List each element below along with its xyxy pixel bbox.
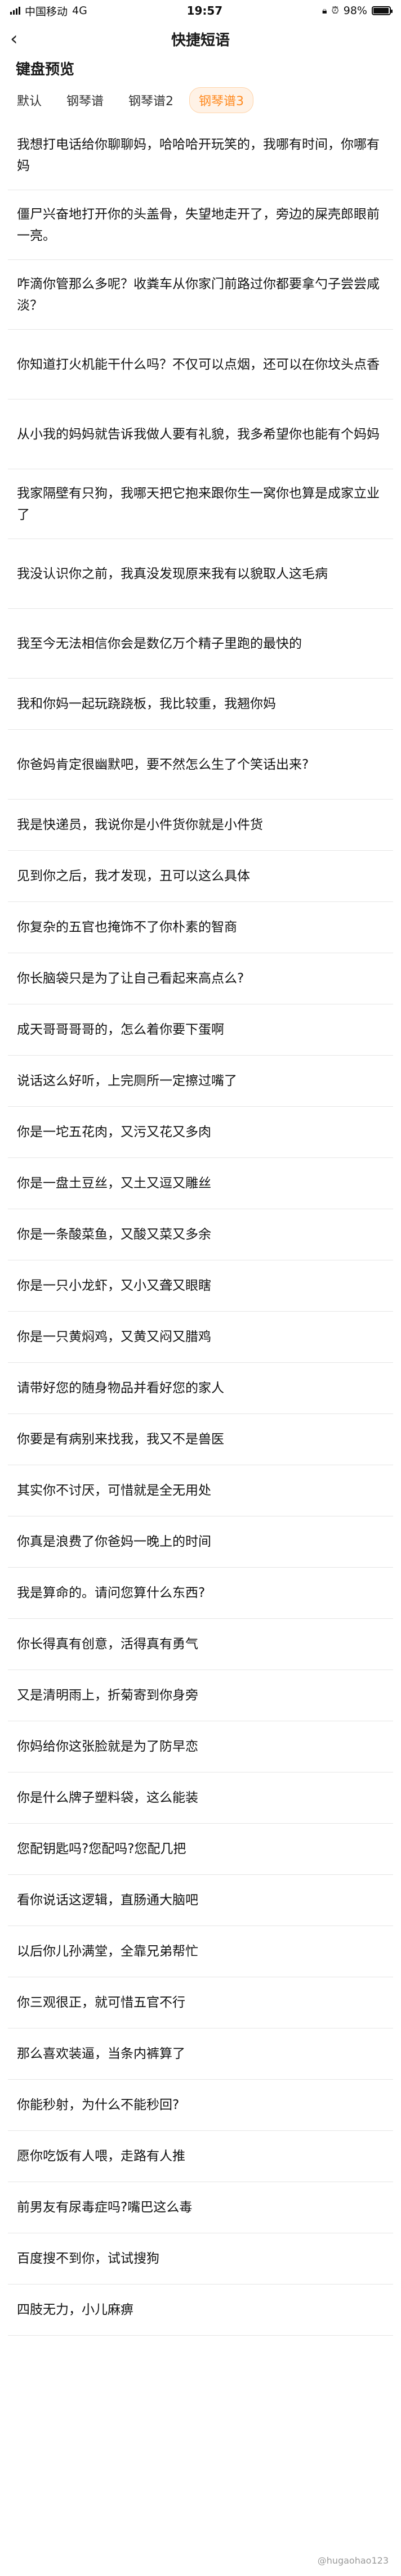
- chevron-left-icon[interactable]: ‹: [10, 29, 18, 48]
- network-label: 4G: [72, 5, 87, 17]
- list-item[interactable]: 你妈给你这张脸就是为了防早恋: [8, 1721, 393, 1772]
- keyboard-preview-heading: 键盘预览: [16, 61, 75, 78]
- list-item[interactable]: 其实你不讨厌，可惜就是全无用处: [8, 1465, 393, 1516]
- list-item[interactable]: 您配钥匙吗?您配吗?您配几把: [8, 1824, 393, 1875]
- carrier-label: 中国移动: [25, 5, 68, 18]
- list-item[interactable]: 你要是有病别来找我，我又不是兽医: [8, 1414, 393, 1465]
- tab-default[interactable]: 默认: [8, 88, 51, 113]
- list-item[interactable]: 你真是浪费了你爸妈一晚上的时间: [8, 1516, 393, 1568]
- list-item[interactable]: 我至今无法相信你会是数亿万个精子里跑的最快的: [8, 609, 393, 679]
- nav-bar: ‹ 快捷短语: [0, 21, 401, 56]
- alarm-icon: ⏰︎: [331, 5, 339, 16]
- list-item[interactable]: 看你说话这逻辑，直肠通大脑吧: [8, 1875, 393, 1926]
- list-item[interactable]: 你是一坨五花肉，又污又花又多肉: [8, 1107, 393, 1158]
- list-item[interactable]: 僵尸兴奋地打开你的头盖骨，失望地走开了，旁边的屎壳郎眼前一亮。: [8, 190, 393, 260]
- list-item[interactable]: 我是快递员，我说你是小件货你就是小件货: [8, 800, 393, 851]
- list-item[interactable]: 愿你吃饭有人喂，走路有人推: [8, 2131, 393, 2182]
- list-item[interactable]: 你是一只小龙虾，又小又聋又眼瞎: [8, 1260, 393, 1312]
- list-item[interactable]: 你长脑袋只是为了让自己看起来高点么?: [8, 953, 393, 1004]
- list-item[interactable]: 我没认识你之前，我真没发现原来我有以貌取人这毛病: [8, 539, 393, 609]
- list-item[interactable]: 你三观很正，就可惜五官不行: [8, 1977, 393, 2029]
- list-item[interactable]: 你是一条酸菜鱼，又酸又菜又多余: [8, 1209, 393, 1260]
- battery-fill: [373, 8, 389, 14]
- list-item[interactable]: 咋滴你管那么多呢？收粪车从你家门前路过你都要拿勺子尝尝咸淡？: [8, 260, 393, 330]
- list-item[interactable]: 我家隔壁有只狗，我哪天把它抱来跟你生一窝你也算是成家立业了: [8, 469, 393, 539]
- list-item[interactable]: 我想打电话给你聊聊妈，哈哈哈开玩笑的，我哪有时间，你哪有妈: [8, 120, 393, 190]
- status-left: 中国移动 4G: [10, 3, 87, 19]
- status-right: 🔒︎ ⏰︎ 98%: [322, 5, 393, 17]
- list-item[interactable]: 我和你妈一起玩跷跷板，我比较重，我翘你妈: [8, 679, 393, 730]
- list-item[interactable]: 百度搜不到你，试试搜狗: [8, 2233, 393, 2285]
- list-item[interactable]: 你是什么牌子塑料袋，这么能装: [8, 1772, 393, 1824]
- tab-piano-score-2[interactable]: 钢琴谱2: [119, 88, 182, 113]
- battery-icon: [371, 6, 393, 15]
- clock: 19:57: [186, 4, 223, 17]
- list-item[interactable]: 你能秒射，为什么不能秒回?: [8, 2080, 393, 2131]
- list-item[interactable]: 你是一只黄焖鸡，又黄又闷又腊鸡: [8, 1312, 393, 1363]
- page-title: 快捷短语: [171, 32, 230, 49]
- list-item[interactable]: 你是一盘土豆丝，又土又逗又雕丝: [8, 1158, 393, 1209]
- phrase-list: 我想打电话给你聊聊妈，哈哈哈开玩笑的，我哪有时间，你哪有妈 僵尸兴奋地打开你的头…: [0, 120, 401, 2336]
- list-item[interactable]: 你复杂的五官也掩饰不了你朴素的智商: [8, 902, 393, 953]
- list-item[interactable]: 你爸妈肯定很幽默吧，要不然怎么生了个笑话出来?: [8, 730, 393, 800]
- list-item[interactable]: 那么喜欢装逼，当条内裤算了: [8, 2029, 393, 2080]
- signal-icon: [10, 7, 20, 15]
- list-item[interactable]: 说话这么好听，上完厕所一定擦过嘴了: [8, 1056, 393, 1107]
- list-item[interactable]: 请带好您的随身物品并看好您的家人: [8, 1363, 393, 1414]
- list-item[interactable]: 你长得真有创意，活得真有勇气: [8, 1619, 393, 1670]
- list-item[interactable]: 我是算命的。请问您算什么东西?: [8, 1568, 393, 1619]
- tab-bar: 默认 钢琴谱 钢琴谱2 钢琴谱3: [0, 83, 401, 115]
- battery-percent: 98%: [343, 5, 367, 17]
- list-item[interactable]: 前男友有尿毒症吗?嘴巴这么毒: [8, 2182, 393, 2233]
- status-bar: 中国移动 4G 19:57 🔒︎ ⏰︎ 98%: [0, 0, 401, 21]
- tab-piano-score-3[interactable]: 钢琴谱3: [189, 87, 254, 113]
- list-item[interactable]: 又是清明雨上，折菊寄到你身旁: [8, 1670, 393, 1721]
- watermark: @hugaohao123: [317, 2555, 389, 2566]
- list-item[interactable]: 你知道打火机能干什么吗？不仅可以点烟，还可以在你坟头点香: [8, 330, 393, 400]
- list-item[interactable]: 四肢无力，小儿麻痹: [8, 2285, 393, 2336]
- tab-piano-score[interactable]: 钢琴谱: [57, 88, 113, 113]
- list-item[interactable]: 成天哥哥哥哥的，怎么着你要下蛋啊: [8, 1004, 393, 1056]
- list-item[interactable]: 见到你之后，我才发现，丑可以这么具体: [8, 851, 393, 902]
- lock-rotation-icon: 🔒︎: [322, 5, 327, 16]
- list-item[interactable]: 以后你儿孙满堂，全靠兄弟帮忙: [8, 1926, 393, 1977]
- list-item[interactable]: 从小我的妈妈就告诉我做人要有礼貌，我多希望你也能有个妈妈: [8, 400, 393, 469]
